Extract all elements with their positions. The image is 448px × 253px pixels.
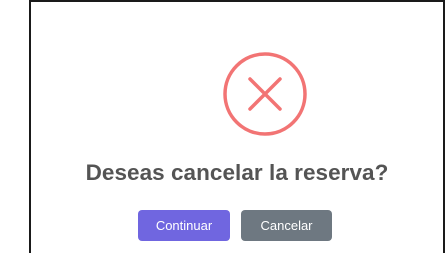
error-x-icon: [223, 52, 307, 136]
cancel-button[interactable]: Cancelar: [241, 210, 332, 241]
dialog-title: Deseas cancelar la reserva?: [85, 160, 389, 185]
continue-button[interactable]: Continuar: [138, 210, 230, 241]
dialog-actions: Continuar Cancelar: [31, 210, 443, 241]
confirmation-dialog: Deseas cancelar la reserva? Continuar Ca…: [29, 0, 445, 253]
